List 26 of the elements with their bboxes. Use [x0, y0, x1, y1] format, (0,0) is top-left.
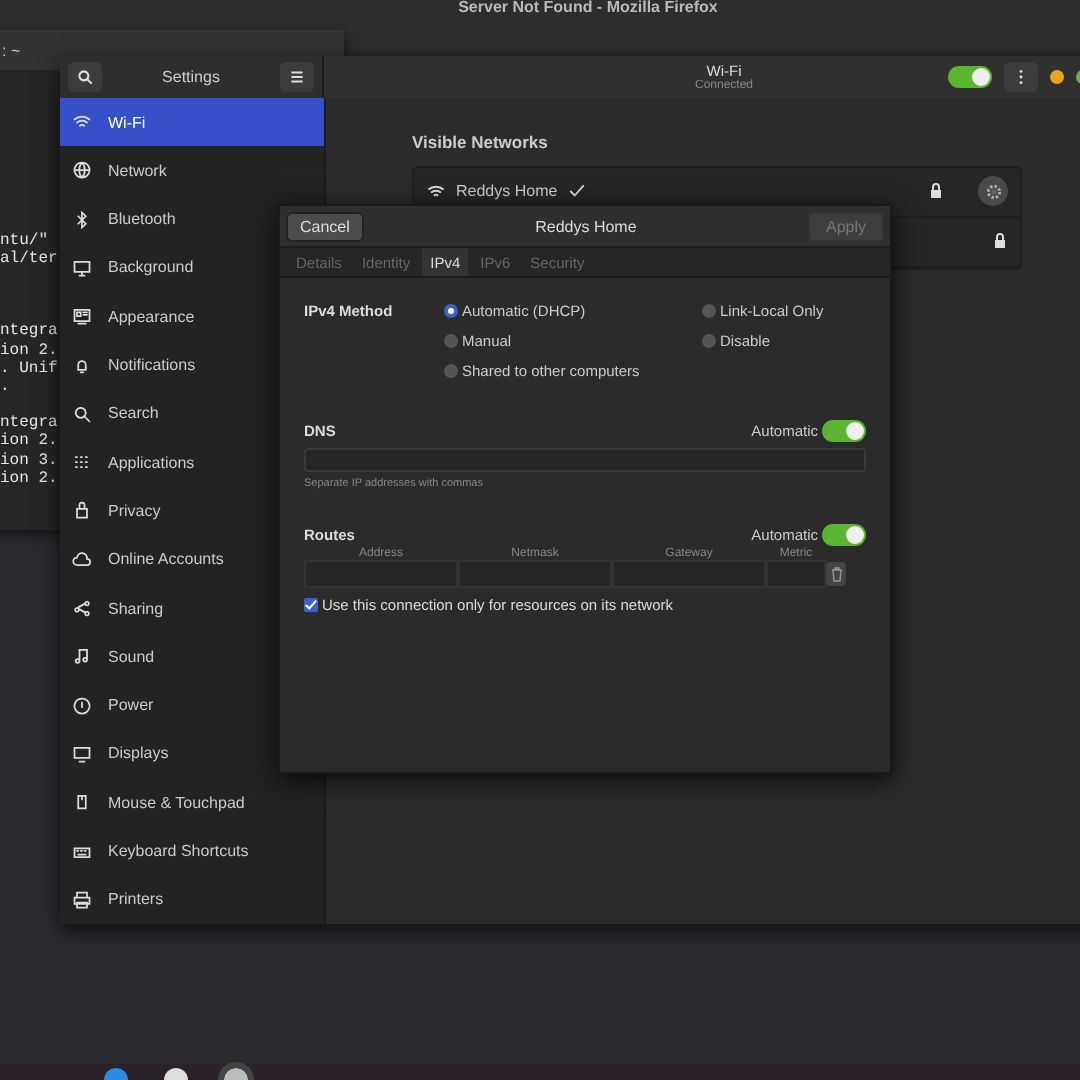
- terminal-text: ion 2.: [0, 469, 58, 489]
- sidebar-item[interactable]: Printers: [60, 875, 324, 924]
- sidebar-item[interactable]: Keyboard Shortcuts: [60, 826, 324, 876]
- window-title: Server Not Found - Mozilla Firefox: [458, 0, 718, 20]
- terminal-text: .: [0, 378, 10, 397]
- sidebar-item[interactable]: Network: [60, 146, 324, 196]
- terminal-text: ion 3.: [0, 451, 58, 470]
- network-name[interactable]: Reddys Home: [456, 182, 558, 201]
- dialog-title: Reddys Home: [533, 217, 639, 235]
- sidebar-item[interactable]: Power: [60, 681, 324, 730]
- terminal-text: al/ter: [0, 250, 58, 269]
- window-title: : ~: [2, 41, 21, 59]
- sidebar-item[interactable]: Wi-Fi: [60, 97, 324, 147]
- sidebar-item[interactable]: Sharing: [60, 583, 324, 633]
- terminal-text: ion 2.: [0, 341, 58, 360]
- window-title: Settings: [160, 67, 222, 86]
- terminal-text: . Unif: [0, 359, 58, 379]
- section-heading: Visible Networks: [412, 131, 550, 152]
- sidebar-item[interactable]: Mouse & Touchpad: [60, 778, 324, 827]
- terminal-text: ntegra: [0, 414, 58, 433]
- cancel-button[interactable]: Cancel: [286, 211, 364, 241]
- terminal-text: ntu/": [0, 232, 49, 250]
- terminal-text: ntegra: [0, 322, 58, 342]
- sidebar-item[interactable]: Displays: [60, 729, 324, 779]
- sidebar-item[interactable]: Sound: [60, 632, 324, 682]
- terminal-text: ion 2.: [0, 432, 58, 452]
